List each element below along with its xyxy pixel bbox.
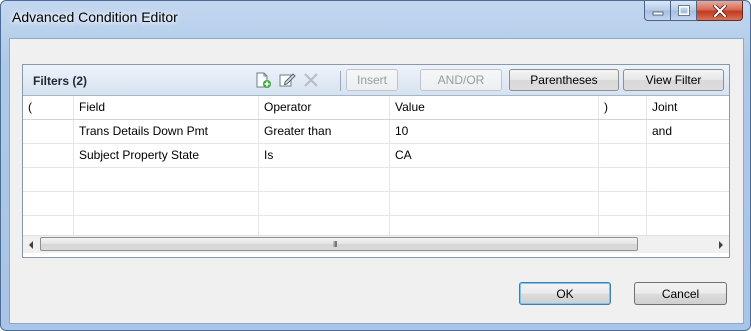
column-header-open-paren[interactable]: ( — [23, 96, 74, 119]
cell-open-paren[interactable] — [23, 168, 74, 191]
and-or-button[interactable]: AND/OR — [420, 69, 502, 91]
new-filter-icon[interactable] — [254, 72, 272, 88]
cell-joint[interactable] — [647, 168, 729, 191]
table-row[interactable]: Trans Details Down Pmt Greater than 10 a… — [23, 120, 729, 144]
dialog-window: Advanced Condition Editor Filters (2) In… — [0, 0, 751, 331]
cell-operator[interactable] — [259, 192, 390, 215]
cell-joint[interactable] — [647, 192, 729, 215]
horizontal-scrollbar[interactable]: III — [23, 235, 729, 253]
scrollbar-thumb[interactable]: III — [40, 237, 638, 251]
cell-value[interactable]: CA — [390, 144, 599, 167]
filters-title: Filters (2) — [33, 74, 88, 88]
maximize-button[interactable] — [671, 1, 697, 21]
maximize-icon — [677, 5, 690, 16]
insert-button[interactable]: Insert — [346, 69, 398, 91]
cell-operator[interactable] — [259, 168, 390, 191]
minimize-button[interactable] — [644, 1, 671, 21]
title-bar[interactable]: Advanced Condition Editor — [1, 1, 750, 37]
cell-field[interactable]: Subject Property State — [74, 144, 259, 167]
cell-close-paren[interactable] — [599, 144, 647, 167]
cell-close-paren[interactable] — [599, 192, 647, 215]
cell-close-paren[interactable] — [599, 168, 647, 191]
filters-panel-header: Filters (2) Insert AND/OR Parentheses Vi… — [23, 65, 729, 96]
scrollbar-grip: III — [333, 240, 338, 249]
column-header-operator[interactable]: Operator — [259, 96, 390, 119]
column-header-value[interactable]: Value — [390, 96, 599, 119]
grid-header-row: ( Field Operator Value ) Joint — [23, 96, 729, 120]
delete-filter-icon[interactable] — [302, 72, 320, 88]
window-title: Advanced Condition Editor — [12, 9, 178, 25]
ok-button[interactable]: OK — [519, 282, 611, 305]
table-row[interactable] — [23, 192, 729, 216]
filters-panel: Filters (2) Insert AND/OR Parentheses Vi… — [22, 64, 730, 258]
cell-operator[interactable]: Is — [259, 144, 390, 167]
cell-joint[interactable] — [647, 144, 729, 167]
parentheses-button[interactable]: Parentheses — [509, 69, 619, 91]
close-icon — [712, 4, 727, 17]
cell-value[interactable] — [390, 192, 599, 215]
cell-field[interactable]: Trans Details Down Pmt — [74, 120, 259, 143]
cell-field[interactable] — [74, 168, 259, 191]
scroll-right-icon[interactable] — [719, 241, 723, 249]
cell-field[interactable] — [74, 192, 259, 215]
table-row[interactable] — [23, 168, 729, 192]
edit-filter-icon[interactable] — [278, 72, 296, 88]
column-header-close-paren[interactable]: ) — [599, 96, 647, 119]
scroll-left-icon[interactable] — [29, 241, 33, 249]
cell-value[interactable]: 10 — [390, 120, 599, 143]
caption-buttons — [644, 1, 743, 22]
column-header-field[interactable]: Field — [74, 96, 259, 119]
cell-open-paren[interactable] — [23, 144, 74, 167]
cell-close-paren[interactable] — [599, 120, 647, 143]
view-filter-button[interactable]: View Filter — [623, 69, 724, 91]
table-row[interactable]: Subject Property State Is CA — [23, 144, 729, 168]
cell-open-paren[interactable] — [23, 192, 74, 215]
cell-joint[interactable]: and — [647, 120, 729, 143]
cell-operator[interactable]: Greater than — [259, 120, 390, 143]
cell-open-paren[interactable] — [23, 120, 74, 143]
toolbar-separator — [340, 71, 341, 91]
cancel-button[interactable]: Cancel — [634, 282, 727, 305]
close-button[interactable] — [697, 1, 743, 21]
cell-value[interactable] — [390, 168, 599, 191]
column-header-joint[interactable]: Joint — [647, 96, 729, 119]
minimize-icon — [652, 11, 663, 15]
